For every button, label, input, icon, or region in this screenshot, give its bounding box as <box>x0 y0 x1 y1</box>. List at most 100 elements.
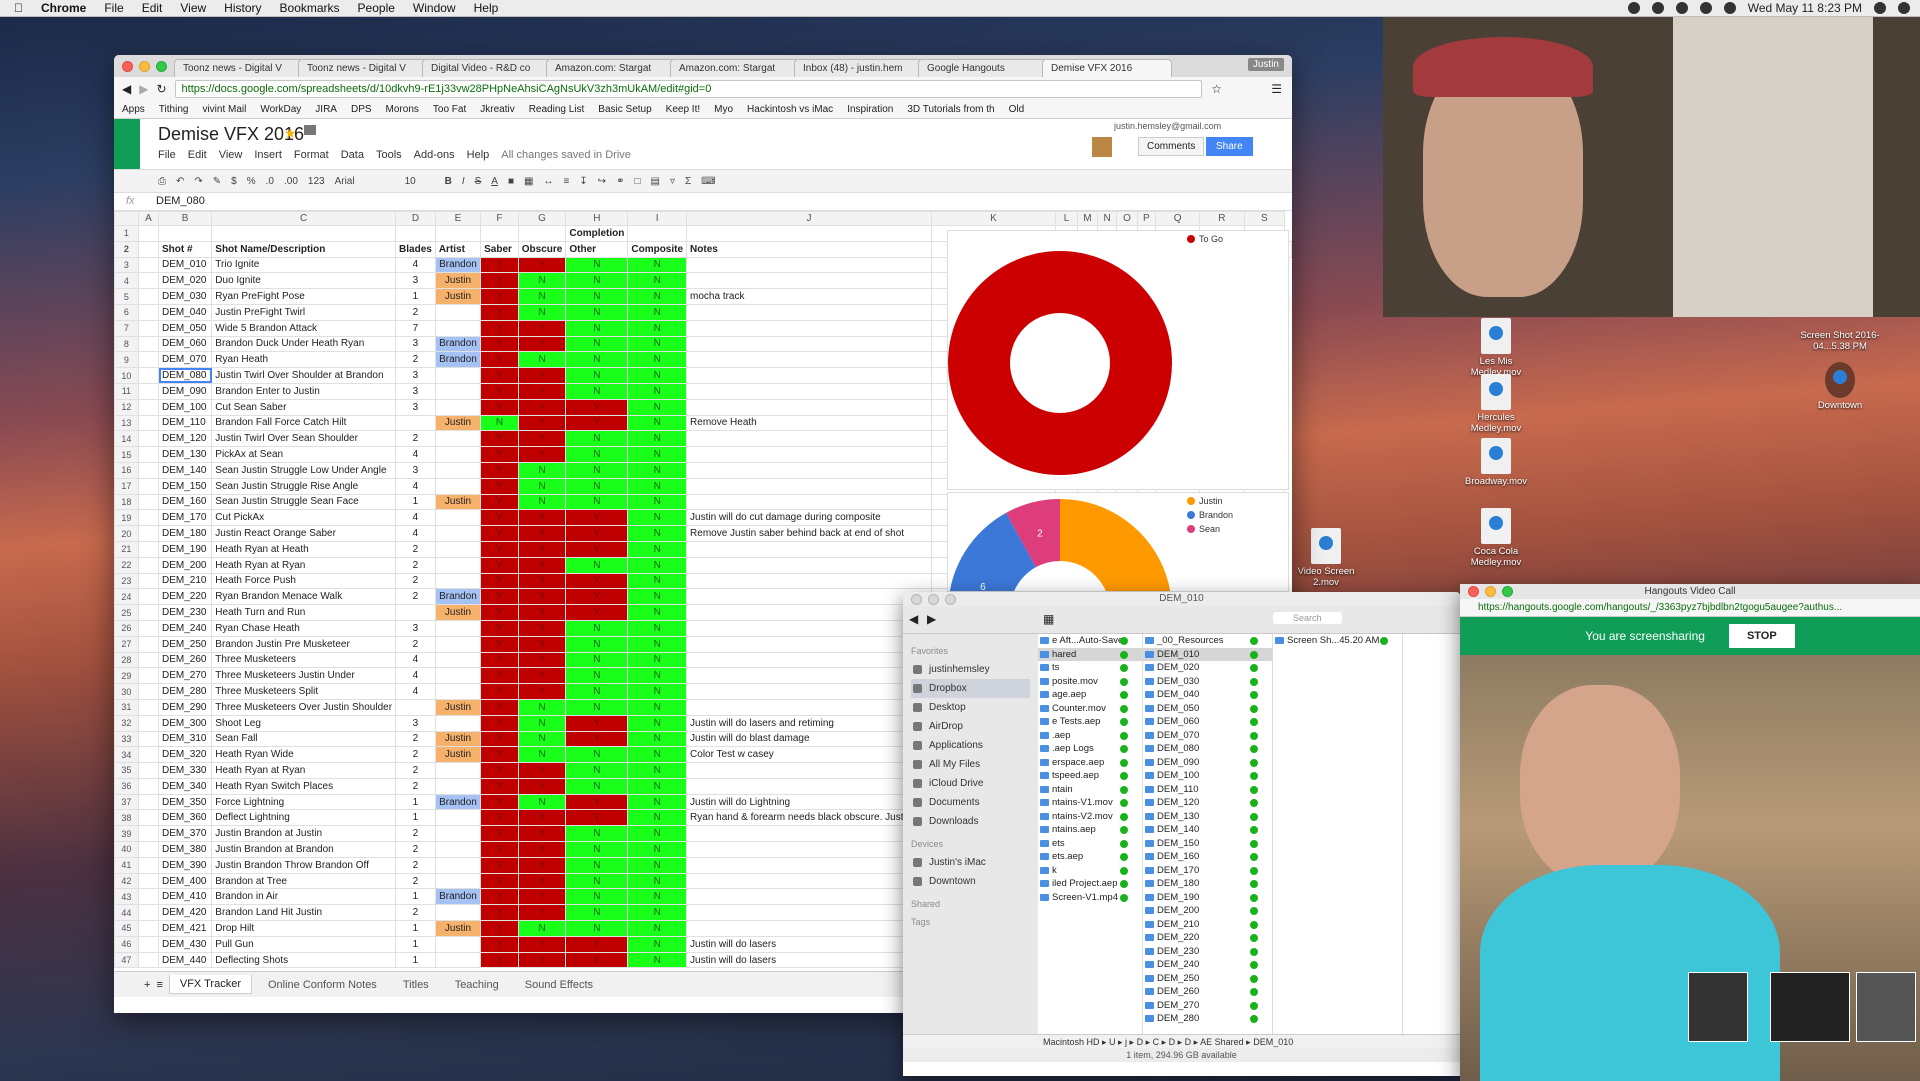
minimize-button[interactable] <box>139 61 150 72</box>
cell[interactable] <box>137 793 160 811</box>
blades-cell[interactable]: 2 <box>395 856 436 874</box>
list-item[interactable]: DEM_110 <box>1143 783 1272 797</box>
cell[interactable] <box>137 461 160 479</box>
status-cell[interactable]: N <box>627 762 688 779</box>
column-header[interactable]: E <box>434 211 482 226</box>
sheet-tab-titles[interactable]: Titles <box>393 976 439 994</box>
blades-cell[interactable]: 1 <box>395 493 436 511</box>
shot-id-cell[interactable]: DEM_440 <box>157 951 213 969</box>
row-number[interactable]: 38 <box>114 809 139 827</box>
column-header[interactable]: N <box>1096 211 1118 226</box>
shot-id-cell[interactable]: DEM_140 <box>157 461 213 479</box>
row-number[interactable]: 35 <box>114 762 139 779</box>
status-cell[interactable]: Y <box>480 430 519 448</box>
status-cell[interactable]: Y <box>480 856 519 874</box>
row-number[interactable]: 9 <box>114 351 139 369</box>
list-item[interactable]: DEM_230 <box>1143 945 1272 959</box>
shot-id-cell[interactable]: DEM_220 <box>157 588 213 606</box>
status-cell[interactable]: Y <box>565 540 629 558</box>
blades-cell[interactable]: 1 <box>395 920 436 937</box>
status-cell[interactable]: N <box>565 619 629 637</box>
completion-heading[interactable]: Completion <box>565 225 629 242</box>
artist-cell[interactable]: Brandon <box>434 888 482 906</box>
shot-id-cell[interactable]: DEM_110 <box>157 414 213 432</box>
desktop-icon[interactable]: Les Mis Medley.mov <box>1456 318 1536 378</box>
shot-name-cell[interactable]: Brandon Fall Force Catch Hilt <box>211 414 397 432</box>
sidebar-item-applications[interactable]: Applications <box>911 736 1030 755</box>
status-cell[interactable]: Y <box>480 604 519 621</box>
status-cell[interactable]: Y <box>517 651 567 669</box>
column-header[interactable]: G <box>517 211 567 226</box>
notes-cell[interactable] <box>686 762 932 779</box>
status-cell[interactable]: Y <box>565 525 629 542</box>
column-header[interactable]: D <box>395 211 436 226</box>
status-cell[interactable]: N <box>627 746 688 764</box>
notes-cell[interactable] <box>686 351 932 369</box>
shot-id-cell[interactable]: DEM_421 <box>157 920 213 937</box>
status-cell[interactable]: Y <box>517 319 567 337</box>
forward-icon[interactable]: ▶ <box>927 612 936 626</box>
cell[interactable] <box>137 351 160 369</box>
status-cell[interactable]: N <box>517 288 567 305</box>
bookmark[interactable]: Basic Setup <box>598 104 651 115</box>
status-cell[interactable]: N <box>627 651 688 669</box>
notes-cell[interactable] <box>686 777 932 795</box>
sheet-menu-tools[interactable]: Tools <box>376 149 402 161</box>
bookmark[interactable]: DPS <box>351 104 372 115</box>
row-number[interactable]: 12 <box>114 398 139 416</box>
row-number[interactable]: 23 <box>114 572 139 590</box>
more-formats-button[interactable]: 123 <box>308 176 325 187</box>
status-cell[interactable]: Y <box>517 951 567 969</box>
record-icon[interactable] <box>1627 2 1640 14</box>
status-cell[interactable]: N <box>565 888 629 906</box>
status-cell[interactable]: Y <box>480 351 519 369</box>
list-item[interactable]: DEM_010 <box>1143 647 1272 661</box>
list-item[interactable]: DEM_100 <box>1143 769 1272 783</box>
browser-tab[interactable]: Amazon.com: Stargat <box>670 59 800 77</box>
bookmark[interactable]: JIRA <box>315 104 337 115</box>
column-header[interactable]: C <box>211 211 397 226</box>
shot-name-cell[interactable]: Cut Sean Saber <box>211 398 397 416</box>
shot-name-cell[interactable]: Ryan Brandon Menace Walk <box>211 588 397 606</box>
status-cell[interactable]: N <box>565 446 629 463</box>
cell[interactable] <box>137 556 160 574</box>
notes-cell[interactable] <box>686 667 932 685</box>
row-number[interactable]: 19 <box>114 509 139 527</box>
column-title[interactable]: Shot # <box>157 240 213 258</box>
italic-button[interactable]: I <box>462 176 465 187</box>
blades-cell[interactable]: 2 <box>395 588 436 606</box>
artist-cell[interactable]: Brandon <box>434 256 482 274</box>
artist-cell[interactable] <box>434 935 482 953</box>
status-cell[interactable]: Y <box>480 446 519 463</box>
status-cell[interactable]: Y <box>480 509 519 527</box>
notes-cell[interactable] <box>686 335 932 353</box>
notes-cell[interactable]: Color Test w casey <box>686 746 932 764</box>
search-icon[interactable] <box>1874 2 1886 14</box>
status-cell[interactable]: Y <box>480 714 519 732</box>
column-header[interactable]: O <box>1116 211 1138 226</box>
status-cell[interactable]: N <box>627 335 688 353</box>
shot-name-cell[interactable]: Sean Justin Struggle Rise Angle <box>211 477 397 495</box>
sheet-tab-online-conform-notes[interactable]: Online Conform Notes <box>258 976 387 994</box>
shot-id-cell[interactable]: DEM_130 <box>157 446 213 463</box>
notes-cell[interactable] <box>686 604 932 621</box>
status-cell[interactable]: Y <box>480 698 519 716</box>
artist-cell[interactable]: Justin <box>434 493 482 511</box>
column-header[interactable]: H <box>565 211 629 226</box>
artist-cell[interactable] <box>434 319 482 337</box>
blades-cell[interactable]: 2 <box>395 730 436 748</box>
row-number[interactable]: 20 <box>114 525 139 542</box>
bookmark[interactable]: Old <box>1009 104 1025 115</box>
cell[interactable] <box>137 446 160 463</box>
menu-file[interactable]: File <box>104 1 123 15</box>
cell[interactable] <box>137 730 160 748</box>
status-cell[interactable]: Y <box>565 935 629 953</box>
sidebar-item-desktop[interactable]: Desktop <box>911 698 1030 717</box>
status-cell[interactable]: Y <box>565 951 629 969</box>
cell[interactable] <box>137 809 160 827</box>
artist-cell[interactable] <box>434 667 482 685</box>
artist-cell[interactable] <box>434 367 482 384</box>
artist-cell[interactable]: Justin <box>434 698 482 716</box>
artist-cell[interactable] <box>434 856 482 874</box>
status-cell[interactable]: N <box>565 920 629 937</box>
